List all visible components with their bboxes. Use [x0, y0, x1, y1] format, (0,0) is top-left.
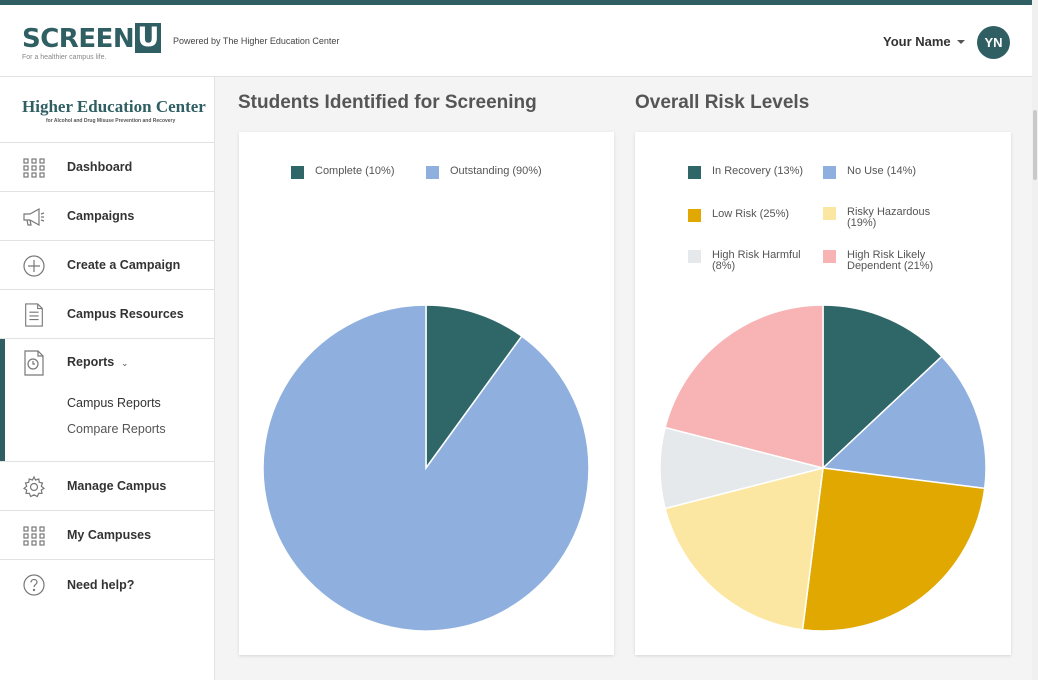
sidebar-item-need-help[interactable]: Need help? — [0, 560, 214, 609]
powered-by-text: Powered by The Higher Education Center — [173, 36, 340, 46]
sidebar-item-campus-resources[interactable]: Campus Resources — [0, 290, 214, 339]
sidebar-item-label: Campaigns — [67, 209, 135, 223]
screening-pie-chart — [262, 304, 590, 632]
sidebar-item-dashboard[interactable]: Dashboard — [0, 143, 214, 192]
risk-pie-chart — [659, 304, 987, 632]
chevron-down-icon: ⌄ — [121, 358, 129, 368]
sidebar: Higher Education Center for Alcohol and … — [0, 77, 215, 680]
sidebar-item-campaigns[interactable]: Campaigns — [0, 192, 214, 241]
sidebar-item-my-campuses[interactable]: My Campuses — [0, 511, 214, 560]
org-subtitle: for Alcohol and Drug Misuse Prevention a… — [46, 118, 176, 124]
sidebar-item-reports-group: Reports ⌄ Campus Reports Compare Reports — [0, 339, 214, 462]
gear-icon — [22, 475, 46, 498]
scrollbar-thumb[interactable] — [1033, 110, 1037, 180]
document-icon — [25, 303, 43, 327]
risk-section-title: Overall Risk Levels — [635, 92, 810, 113]
grid-icon — [23, 526, 45, 546]
app-header: SCREEN U For a healthier campus life. Pow… — [0, 5, 1032, 77]
screening-chart-card: Complete (10%) Outstanding (90%) — [239, 132, 614, 655]
user-menu[interactable]: Your Name — [883, 34, 965, 49]
clock-document-icon — [24, 350, 44, 376]
user-name: Your Name — [883, 34, 951, 49]
pie-slice-2[interactable] — [801, 467, 986, 632]
sidebar-item-label: Create a Campaign — [67, 258, 181, 272]
caret-down-icon — [956, 39, 965, 44]
megaphone-icon — [23, 207, 45, 227]
subnav-compare-reports[interactable]: Compare Reports — [67, 422, 166, 436]
question-circle-icon — [23, 574, 45, 596]
sidebar-item-label: Campus Resources — [67, 307, 184, 321]
screenu-logo[interactable]: SCREEN U For a healthier campus life. — [22, 23, 162, 61]
logo-wordmark: SCREEN U — [22, 23, 162, 54]
org-title: Higher Education Center — [22, 97, 206, 116]
subnav-campus-reports[interactable]: Campus Reports — [67, 396, 161, 410]
sidebar-item-label: Manage Campus — [67, 479, 167, 493]
org-logo: Higher Education Center for Alcohol and … — [0, 77, 214, 143]
plus-circle-icon — [23, 255, 45, 277]
grid-icon — [23, 158, 45, 178]
risk-chart-card: In Recovery (13%) No Use (14%) Low Risk … — [635, 132, 1011, 655]
avatar[interactable]: YN — [977, 26, 1010, 59]
sidebar-item-label: Dashboard — [67, 160, 133, 174]
scrollbar-track[interactable] — [1032, 0, 1038, 680]
sidebar-item-label: Need help? — [67, 577, 135, 592]
sidebar-item-label: Reports — [67, 355, 115, 369]
pie-slice-1[interactable] — [262, 304, 590, 632]
screening-section-title: Students Identified for Screening — [238, 92, 537, 113]
logo-tagline: For a healthier campus life. — [22, 54, 107, 61]
sidebar-item-reports[interactable]: Reports ⌄ — [0, 339, 214, 388]
logo-text: SCREEN — [22, 24, 135, 54]
sidebar-item-manage-campus[interactable]: Manage Campus — [0, 462, 214, 511]
sidebar-item-create-campaign[interactable]: Create a Campaign — [0, 241, 214, 290]
sidebar-item-label: My Campuses — [67, 528, 152, 542]
logo-u: U — [135, 23, 162, 53]
